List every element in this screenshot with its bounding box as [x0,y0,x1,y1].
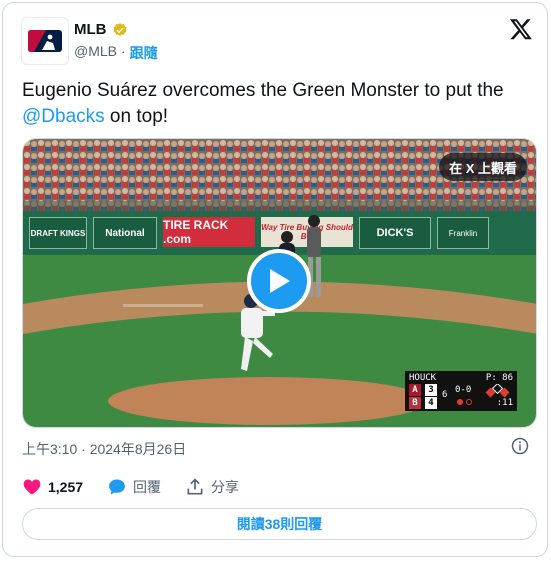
mention-link[interactable]: @Dbacks [22,106,105,127]
scorebug-pitch-count: P: 86 [485,373,513,383]
inning: 6 [442,390,448,400]
tweet-text: Eugenio Suárez overcomes the Green Monst… [22,78,532,130]
verified-badge-icon [113,22,126,36]
tweet-text-part-1: Eugenio Suárez overcomes the Green Monst… [22,80,504,101]
info-icon[interactable] [511,437,529,455]
x-logo-icon[interactable] [509,17,533,41]
like-button[interactable]: 1,257 [22,477,83,497]
away-runs: 3 [425,384,437,396]
watch-on-x-button[interactable]: 在 X 上觀看 [439,153,527,181]
author-handle[interactable]: @MLB [74,43,117,63]
reply-label: 回覆 [133,479,162,495]
author-name-row: MLB [74,21,128,38]
ball-strike-count: 0-0 [455,385,472,395]
scorebug: HOUCK P: 86 A 3 B 4 6 0-0 :11 [405,371,517,411]
home-team-logo: B [409,397,421,409]
share-button[interactable]: 分享 [185,477,239,497]
author-name[interactable]: MLB [74,21,107,38]
read-replies-button[interactable]: 閱讀 38 則回覆 [22,508,537,540]
tweet-card: MLB @MLB · 跟隨 Eugenio Suárez overcomes t… [2,2,548,557]
follow-button[interactable]: 跟隨 [130,43,158,63]
tweet-text-part-2: on top! [104,106,169,127]
heart-icon [23,479,41,495]
speech-bubble-icon [109,479,125,495]
play-icon [270,269,290,293]
share-icon [187,478,203,495]
scorebug-pitcher: HOUCK [409,373,437,383]
read-replies-count: 38 [264,516,281,532]
read-replies-prefix: 閱讀 [236,516,265,532]
pitch-clock: :11 [496,398,513,408]
reply-button[interactable]: 回覆 [107,477,161,497]
share-label: 分享 [211,479,240,495]
handle-separator: · [121,43,126,59]
video-player[interactable]: DRAFT KINGS National TIRE RACK .com Way … [22,138,537,428]
play-button[interactable] [247,249,311,313]
out-indicator-2 [466,399,472,405]
read-replies-suffix: 則回覆 [280,516,323,532]
mlb-logo-icon [28,30,62,52]
action-bar: 1,257 回覆 分享 [22,477,263,497]
away-team-logo: A [409,384,421,396]
like-count: 1,257 [48,479,84,495]
author-handle-row: @MLB · 跟隨 [74,43,158,63]
out-indicator-1 [457,399,463,405]
home-runs: 4 [425,397,437,409]
bases-icon [485,384,510,398]
tweet-timestamp[interactable]: 上午3:10 · 2024年8月26日 [22,439,186,459]
mlb-logo-avatar[interactable] [21,17,69,65]
